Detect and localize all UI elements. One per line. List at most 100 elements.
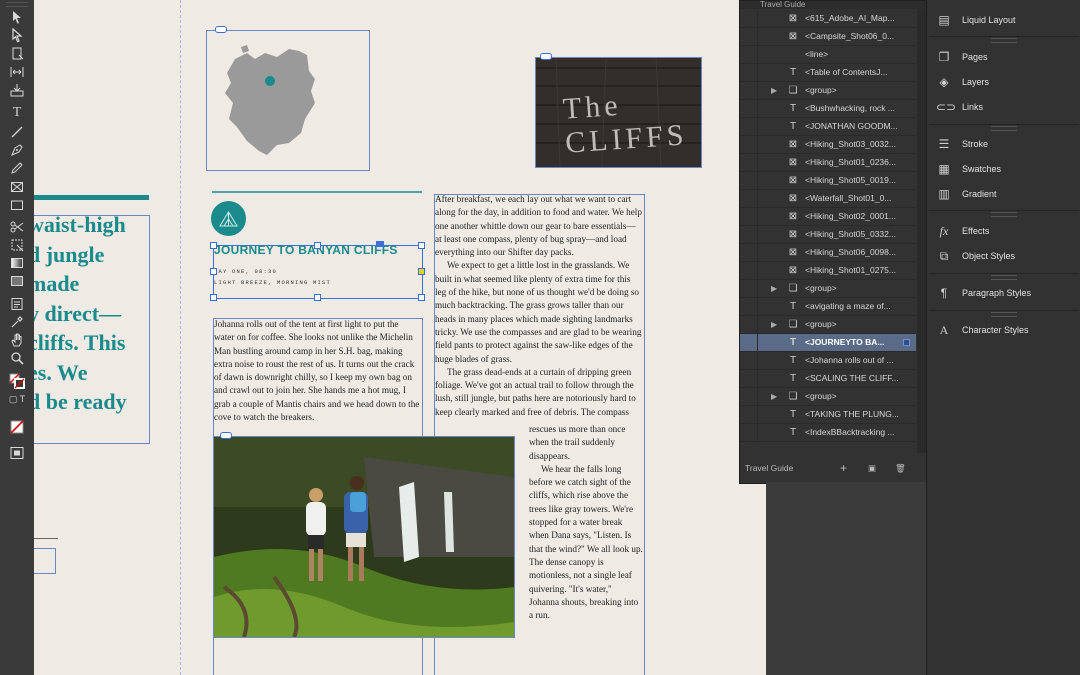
panel-grip[interactable] [991, 126, 1017, 131]
selection-handle[interactable] [314, 294, 321, 301]
gradient-feather-tool-icon[interactable] [7, 272, 27, 290]
visibility-toggle[interactable] [740, 370, 758, 387]
layer-row[interactable]: ⊠ <Hiking_Shot03_0032... [740, 136, 916, 154]
layer-row[interactable]: ⊠ <Hiking_Shot02_0001... [740, 208, 916, 226]
layer-row[interactable]: ⊠ <Campsite_Shot06_0... [740, 28, 916, 46]
layer-row[interactable]: ▶ ❏ <group> [740, 280, 916, 298]
expand-triangle-icon[interactable]: ▶ [771, 388, 777, 405]
hand-tool-icon[interactable] [7, 331, 27, 349]
layer-row[interactable]: T <avigating a maze of... [740, 298, 916, 316]
gradient-swatch-tool-icon[interactable] [7, 254, 27, 272]
layers-scrollbar[interactable] [917, 9, 926, 453]
visibility-toggle[interactable] [740, 388, 758, 405]
direct-selection-tool-icon[interactable] [7, 26, 27, 44]
panel-layers[interactable]: ◈ Layers [927, 70, 1080, 94]
selection-handle[interactable] [314, 242, 321, 249]
zoom-tool-icon[interactable] [7, 349, 27, 367]
scissors-tool-icon[interactable] [7, 218, 27, 236]
layer-row[interactable]: T <Table of ContentsJ... [740, 64, 916, 82]
new-sublayer-icon[interactable]: ▣ [868, 459, 876, 477]
trash-icon[interactable]: 🗑 [895, 459, 906, 477]
hiking-photo-frame[interactable] [213, 436, 515, 638]
layer-row[interactable]: T <Johanna rolls out of ... [740, 352, 916, 370]
rectangle-frame-tool-icon[interactable] [7, 178, 27, 196]
page-tool-icon[interactable] [7, 45, 27, 63]
visibility-toggle[interactable] [740, 46, 758, 63]
visibility-toggle[interactable] [740, 28, 758, 45]
line-tool-icon[interactable] [7, 123, 27, 141]
tools-panel-grip[interactable] [6, 2, 28, 7]
formatting-affects-icon[interactable]: ▢ T [7, 390, 27, 408]
visibility-toggle[interactable] [740, 424, 758, 441]
visibility-toggle[interactable] [740, 100, 758, 117]
panel-stroke[interactable]: ☰ Stroke [927, 132, 1080, 156]
selection-handle[interactable] [418, 242, 425, 249]
visibility-toggle[interactable] [740, 172, 758, 189]
visibility-toggle[interactable] [740, 190, 758, 207]
panel-gradient[interactable]: ▥ Gradient [927, 182, 1080, 206]
layer-row[interactable]: ⊠ <Hiking_Shot05_0332... [740, 226, 916, 244]
visibility-toggle[interactable] [740, 64, 758, 81]
panel-grip[interactable] [991, 212, 1017, 217]
visibility-toggle[interactable] [740, 334, 758, 351]
layer-row[interactable]: T <IndexBBacktracking ... [740, 424, 916, 442]
layer-row[interactable]: ▶ ❏ <group> [740, 388, 916, 406]
visibility-toggle[interactable] [740, 316, 758, 333]
layer-row[interactable]: T <JONATHAN GOODM... [740, 118, 916, 136]
panel-grip[interactable] [991, 275, 1017, 280]
new-layer-icon[interactable]: + [840, 459, 847, 477]
visibility-toggle[interactable] [740, 154, 758, 171]
layer-row[interactable]: ⊠ <615_Adobe_AI_Map... [740, 10, 916, 28]
selected-object-indicator[interactable] [903, 339, 910, 346]
layer-row[interactable]: ▶ ❏ <group> [740, 316, 916, 334]
selection-handle[interactable] [418, 294, 425, 301]
layers-panel-header[interactable]: Travel Guide [740, 1, 926, 9]
layer-row[interactable]: T <Bushwhacking, rock ... [740, 100, 916, 118]
panel-links[interactable]: ⊂⊃ Links [927, 95, 1080, 119]
selection-handle[interactable] [210, 268, 217, 275]
expand-triangle-icon[interactable]: ▶ [771, 280, 777, 297]
eyedropper-tool-icon[interactable] [7, 313, 27, 331]
layer-row[interactable]: ⊠ <Hiking_Shot05_0019... [740, 172, 916, 190]
map-frame[interactable] [206, 30, 370, 171]
visibility-toggle[interactable] [740, 82, 758, 99]
screen-mode-icon[interactable] [7, 444, 27, 462]
type-tool-icon[interactable]: T [7, 104, 27, 122]
expand-triangle-icon[interactable]: ▶ [771, 82, 777, 99]
layer-row[interactable]: ▶ ❏ <group> [740, 82, 916, 100]
visibility-toggle[interactable] [740, 298, 758, 315]
link-chain-icon[interactable] [220, 432, 232, 439]
layer-row[interactable]: T <TAKING THE PLUNG... [740, 406, 916, 424]
panel-swatches[interactable]: ▦ Swatches [927, 157, 1080, 181]
content-collector-icon[interactable] [7, 81, 27, 99]
visibility-toggle[interactable] [740, 226, 758, 243]
panel-grip[interactable] [991, 312, 1017, 317]
layer-row[interactable]: T <JOURNEYTO BA... [740, 334, 916, 352]
visibility-toggle[interactable] [740, 244, 758, 261]
layer-row[interactable]: T <SCALING THE CLIFF... [740, 370, 916, 388]
pen-tool-icon[interactable] [7, 141, 27, 159]
link-chain-icon[interactable] [215, 26, 227, 33]
layer-row[interactable]: ⊠ <Waterfall_Shot01_0... [740, 190, 916, 208]
fill-stroke-swatch-icon[interactable] [7, 372, 27, 390]
layer-row[interactable]: <line> [740, 46, 916, 64]
gap-tool-icon[interactable] [7, 63, 27, 81]
panel-object-styles[interactable]: ⧉ Object Styles [927, 244, 1080, 268]
visibility-toggle[interactable] [740, 352, 758, 369]
panel-pages[interactable]: ❐ Pages [927, 45, 1080, 69]
panel-effects[interactable]: fx Effects [927, 219, 1080, 243]
layer-row[interactable]: ⊠ <Hiking_Shot06_0098... [740, 244, 916, 262]
visibility-toggle[interactable] [740, 262, 758, 279]
visibility-toggle[interactable] [740, 406, 758, 423]
out-port-handle[interactable] [418, 268, 425, 275]
visibility-toggle[interactable] [740, 136, 758, 153]
layer-row[interactable]: ⊠ <Hiking_Shot01_0236... [740, 154, 916, 172]
panel-paragraph-styles[interactable]: ¶ Paragraph Styles [927, 281, 1080, 305]
rectangle-tool-icon[interactable] [7, 196, 27, 214]
visibility-toggle[interactable] [740, 208, 758, 225]
visibility-toggle[interactable] [740, 280, 758, 297]
panel-liquid-layout[interactable]: ▤ Liquid Layout [927, 8, 1080, 32]
panel-character-styles[interactable]: A Character Styles [927, 318, 1080, 342]
pencil-tool-icon[interactable] [7, 159, 27, 177]
selection-handle[interactable] [210, 294, 217, 301]
